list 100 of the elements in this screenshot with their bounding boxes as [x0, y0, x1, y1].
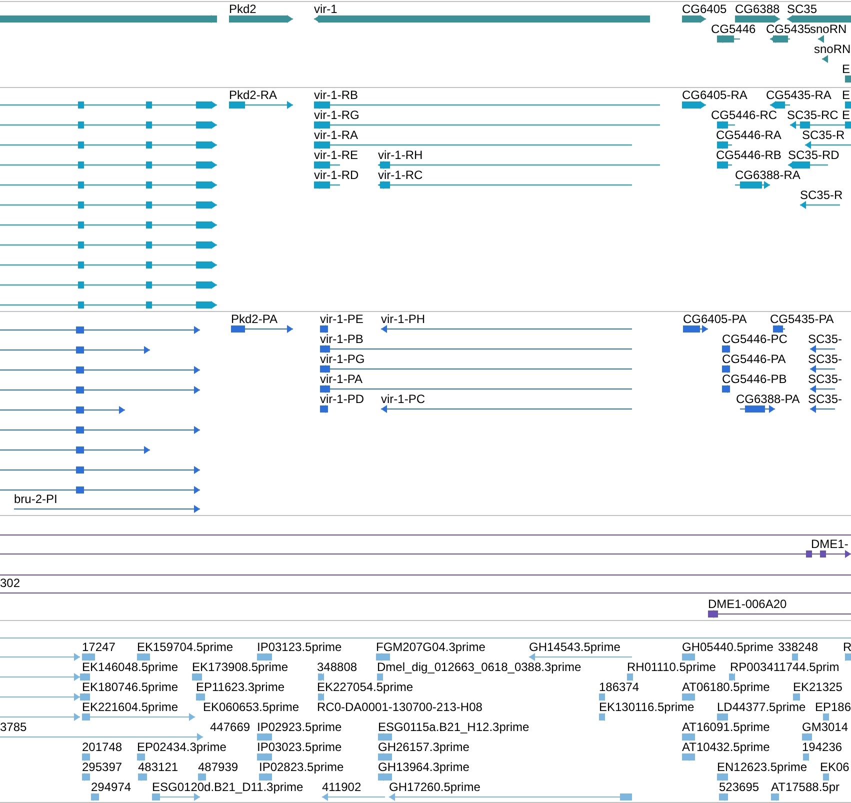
feature-label: EP02434.3prime — [137, 740, 226, 754]
feature-label: CG6388 — [735, 2, 780, 16]
feature-label: 17247 — [82, 640, 116, 654]
feature-label: vir-1-PE — [320, 312, 364, 326]
feature-label: EK21325 — [793, 680, 842, 694]
feature-label: 302 — [0, 576, 20, 590]
feature-label: 348808 — [317, 660, 358, 674]
feature-label: Dmel_dig_012663_0618_0388.3prime — [377, 660, 582, 674]
feature-label: SC35-R — [802, 128, 845, 142]
feature-label: RH01110.5prime — [627, 660, 716, 674]
feature-label: vir-1-PD — [320, 392, 364, 406]
feature-label: vir-1-PA — [320, 372, 362, 386]
feature-label: Pkd2-PA — [231, 312, 278, 326]
feature-label: SC35-R — [800, 188, 843, 202]
feature-label: vir-1-PB — [320, 332, 364, 346]
feature-label: AT10432.5prime — [682, 740, 770, 754]
feature-label: 487939 — [198, 760, 238, 774]
feature-label: GH13964.3prime — [378, 760, 470, 774]
feature-label: SC35- — [808, 332, 842, 346]
feature-label: IP03123.5prime — [257, 640, 342, 654]
feature-label: E — [842, 108, 850, 122]
feature-label: CG5446-RB — [716, 148, 782, 162]
feature-label: 294974 — [91, 780, 132, 794]
feature-label: SC35-RC — [787, 108, 838, 122]
feature-label: CG5435-RA — [766, 88, 832, 102]
feature-label: GH26157.3prime — [378, 740, 470, 754]
feature-label: 338248 — [778, 640, 818, 654]
feature-label: CG6405-PA — [683, 312, 747, 326]
feature-label: vir-1-PG — [320, 352, 365, 366]
feature-label: CG5446-RA — [716, 128, 782, 142]
feature-label: vir-1-RG — [314, 108, 360, 122]
feature-label: 3785 — [0, 720, 27, 734]
feature-label: CG6405-RA — [682, 88, 748, 102]
feature-label: EK227054.5prime — [317, 680, 414, 694]
feature-label: CG5446-RC — [711, 108, 778, 122]
feature-label: AT16091.5prime — [682, 720, 770, 734]
feature-label: EK180746.5prime — [82, 680, 178, 694]
feature-label: CG5446-PB — [722, 372, 787, 386]
feature-label: IP02823.5prime — [259, 760, 344, 774]
feature-label: RP003411744.5prim — [730, 660, 840, 674]
feature-label: EK060653.5prime — [203, 700, 300, 714]
feature-label: EP186 — [815, 700, 851, 714]
feature-label: GH14543.5prime — [529, 640, 620, 654]
feature-label: SC35- — [808, 392, 842, 406]
feature-label: E — [842, 88, 850, 102]
feature-label: GM3014 — [802, 720, 848, 734]
feature-label: EK06 — [820, 760, 850, 774]
feature-label: IP03023.5prime — [257, 740, 342, 754]
feature-label: LD44377.5prime — [717, 700, 806, 714]
feature-label: IP02923.5prime — [257, 720, 342, 734]
feature-label: vir-1-PC — [381, 392, 425, 406]
feature-label: CG6405 — [682, 2, 727, 16]
feature-label: AT17588.5pr — [771, 780, 840, 794]
feature-label: EK221604.5prime — [82, 700, 178, 714]
feature-label: EK130116.5prime — [599, 700, 694, 714]
feature-label: snoRN — [814, 42, 851, 56]
feature-label: ESG0120d.B21_D11.3prime — [152, 780, 304, 794]
feature-label: GH17260.5prime — [389, 780, 480, 794]
feature-label: EP11623.3prime — [196, 680, 284, 694]
feature-label: SC35- — [808, 372, 842, 386]
feature-label: vir-1-RB — [314, 88, 358, 102]
feature-label: vir-1-PH — [381, 312, 425, 326]
feature-label: AT06180.5prime — [682, 680, 770, 694]
feature-label: EK159704.5prime — [137, 640, 234, 654]
feature-label: GH05440.5prime — [682, 640, 774, 654]
feature-label: vir-1-RE — [314, 148, 358, 162]
feature-label: 447669 — [210, 720, 250, 734]
feature-label: vir-1-RA — [314, 128, 358, 142]
feature-label: snoRN — [810, 22, 847, 36]
feature-label: bru-2-PI — [14, 492, 58, 506]
feature-label: 295397 — [82, 760, 122, 774]
feature-label: 186374 — [599, 680, 640, 694]
feature-label: EK173908.5prime — [192, 660, 288, 674]
feature-label: EK146048.5prime — [82, 660, 178, 674]
feature-label: CG6388-RA — [735, 168, 800, 182]
feature-label: CG5446 — [711, 22, 756, 36]
feature-label: CG5435 — [766, 22, 811, 36]
feature-label: 523695 — [719, 780, 760, 794]
feature-label: FGM207G04.3prime — [376, 640, 486, 654]
feature-label: Pkd2 — [229, 2, 256, 16]
feature-label: CG5446-PC — [722, 332, 788, 346]
feature-label: E — [842, 62, 850, 76]
feature-label: SC35-RD — [788, 148, 840, 162]
feature-label: 201748 — [82, 740, 122, 754]
feature-label: vir-1-RC — [378, 168, 423, 182]
feature-label: vir-1 — [314, 2, 338, 16]
feature-label: vir-1-RD — [314, 168, 359, 182]
feature-label: 194236 — [802, 740, 842, 754]
feature-label: R — [843, 640, 851, 654]
feature-label: DME1-006A20 — [708, 597, 787, 611]
feature-label: vir-1-RH — [378, 148, 423, 162]
feature-label: SC35- — [808, 352, 842, 366]
feature-label: 483121 — [138, 760, 178, 774]
feature-label: EN12623.5prime — [717, 760, 808, 774]
feature-label: 411902 — [322, 780, 362, 794]
feature-label: Pkd2-RA — [229, 88, 278, 102]
feature-label: CG5435-PA — [770, 312, 834, 326]
feature-label: SC35 — [787, 2, 818, 16]
feature-label: CG5446-PA — [722, 352, 786, 366]
feature-label: RC0-DA0001-130700-213-H08 — [317, 700, 482, 714]
